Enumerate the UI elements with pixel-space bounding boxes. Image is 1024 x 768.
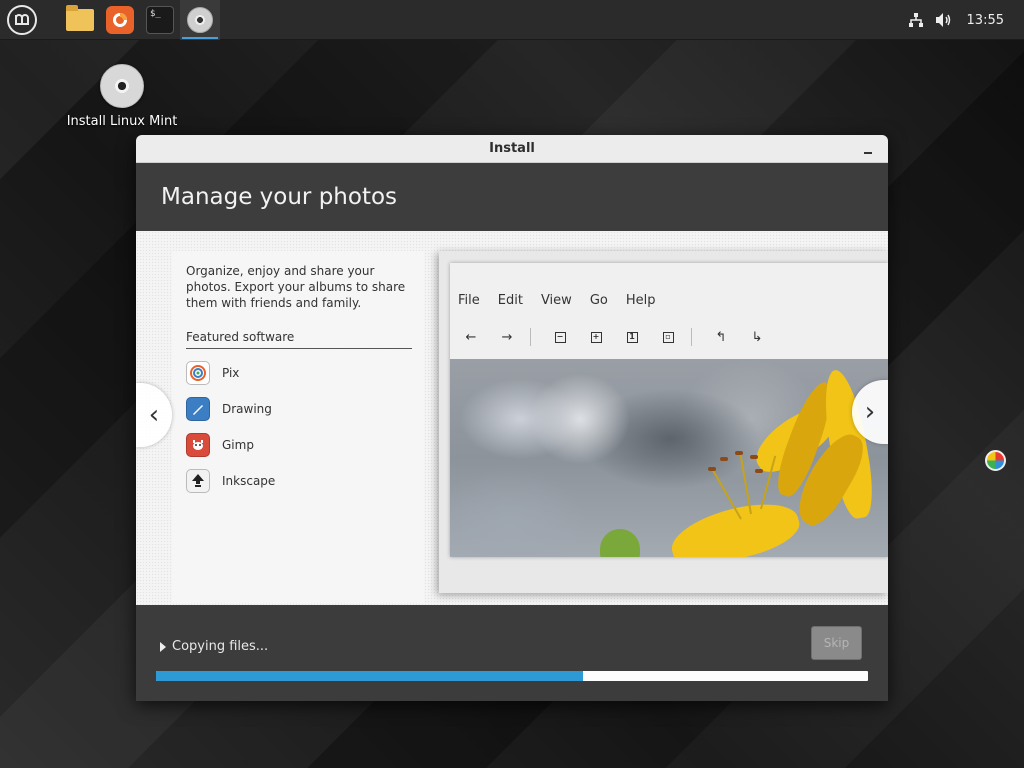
zoom-out-icon: − xyxy=(553,330,567,344)
skip-button[interactable]: Skip xyxy=(811,626,862,660)
desktop-icon-label: Install Linux Mint xyxy=(66,114,178,129)
minimize-button[interactable] xyxy=(860,141,876,157)
minimize-icon xyxy=(864,152,872,154)
list-item: Pix xyxy=(186,355,412,391)
files-launcher[interactable] xyxy=(60,0,100,40)
rotate-right-icon: ↳ xyxy=(751,329,763,345)
mint-logo-icon xyxy=(7,4,37,35)
rotate-left-icon: ↰ xyxy=(715,329,727,345)
install-linux-mint-desktop-icon[interactable]: Install Linux Mint xyxy=(66,64,178,129)
app-label: Gimp xyxy=(222,438,254,452)
previous-slide-button[interactable]: ‹ xyxy=(136,383,172,447)
list-item: Gimp xyxy=(186,427,412,463)
terminal-launcher[interactable]: $_ xyxy=(140,0,180,40)
slide-header: Manage your photos xyxy=(136,163,888,231)
back-arrow-icon: ← xyxy=(465,329,477,345)
menu-go: Go xyxy=(589,293,608,308)
list-item: Inkscape xyxy=(186,463,412,499)
slide-title: Manage your photos xyxy=(161,184,398,210)
menu-view: View xyxy=(540,293,572,308)
app-label: Pix xyxy=(222,366,240,380)
installer-window-button[interactable] xyxy=(180,0,220,40)
drawing-icon xyxy=(186,397,210,421)
inkscape-icon xyxy=(186,469,210,493)
progress-area: Copying files... Skip xyxy=(136,605,888,701)
window-title: Install xyxy=(489,141,535,156)
clock[interactable]: 13:55 xyxy=(967,13,1004,28)
toolbar-separator xyxy=(691,328,692,346)
slideshow-area: Organize, enjoy and share your photos. E… xyxy=(136,231,888,605)
featured-app-list: Pix Drawing Gimp Inkscape xyxy=(186,355,412,499)
top-panel: $_ 13:55 xyxy=(0,0,1024,40)
chevron-right-icon: › xyxy=(864,397,876,427)
terminal-icon: $_ xyxy=(146,5,174,34)
window-titlebar[interactable]: Install xyxy=(136,135,888,163)
app-label: Drawing xyxy=(222,402,272,416)
firefox-icon xyxy=(106,5,134,34)
status-text: Copying files... xyxy=(172,639,269,654)
network-icon[interactable] xyxy=(907,11,925,29)
disc-icon xyxy=(187,6,213,33)
pix-icon xyxy=(186,361,210,385)
expander-arrow-icon xyxy=(160,641,166,652)
chevron-left-icon: ‹ xyxy=(148,400,160,430)
folder-icon xyxy=(66,4,94,31)
info-card: Organize, enjoy and share your photos. E… xyxy=(172,251,424,603)
progress-details-expander[interactable]: Copying files... xyxy=(160,639,268,654)
featured-software-label: Featured software xyxy=(186,330,412,349)
mint-menu-button[interactable] xyxy=(2,0,42,40)
menu-help: Help xyxy=(625,293,656,308)
progress-bar xyxy=(156,671,868,681)
slide-description: Organize, enjoy and share your photos. E… xyxy=(186,264,406,310)
zoom-fit-icon: ▫ xyxy=(661,330,675,344)
installer-window: Install Manage your photos Organize, enj… xyxy=(136,135,888,701)
screenshot-window: File Edit View Go Help ← → − + 1 ▫ ↰ ↳ xyxy=(450,263,888,557)
app-label: Inkscape xyxy=(222,474,276,488)
list-item: Drawing xyxy=(186,391,412,427)
toolbar-separator xyxy=(530,328,531,346)
screenshot-menubar: File Edit View Go Help xyxy=(458,293,655,308)
progress-bar-fill xyxy=(156,671,584,681)
gimp-icon xyxy=(186,433,210,457)
screenshot-toolbar: ← → − + 1 ▫ ↰ ↳ xyxy=(464,327,786,347)
disc-icon xyxy=(100,64,144,108)
lily-photo xyxy=(450,359,888,557)
system-tray: 13:55 xyxy=(907,0,1024,40)
volume-icon[interactable] xyxy=(935,11,953,29)
menu-file: File xyxy=(458,293,480,308)
zoom-100-icon: 1 xyxy=(625,330,639,344)
forward-arrow-icon: → xyxy=(501,329,513,345)
app-screenshot: File Edit View Go Help ← → − + 1 ▫ ↰ ↳ xyxy=(439,251,888,593)
menu-edit: Edit xyxy=(497,293,523,308)
zoom-in-icon: + xyxy=(589,330,603,344)
firefox-launcher[interactable] xyxy=(100,0,140,40)
color-wheel-icon[interactable] xyxy=(985,450,1006,471)
